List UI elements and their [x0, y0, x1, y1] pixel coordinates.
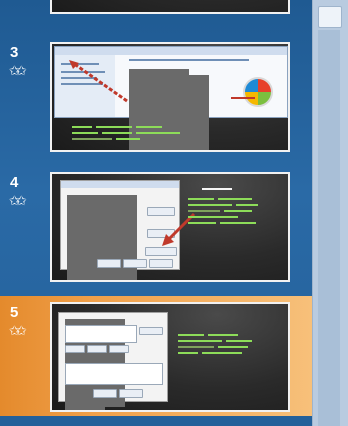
text-line [136, 132, 180, 134]
slide-background [52, 0, 288, 12]
windows-logo-icon [243, 77, 273, 107]
embedded-dialog [58, 312, 168, 410]
animation-star-icon: ✩✩ [9, 193, 27, 208]
text-line [188, 198, 214, 200]
dialog-button [149, 259, 173, 268]
slide-thumbnail[interactable] [50, 0, 290, 14]
dialog-button [119, 389, 143, 398]
dialog-button [87, 345, 107, 353]
dialog-button [123, 259, 147, 268]
red-arrow-icon [69, 60, 128, 103]
text-line [220, 222, 256, 224]
text-line [72, 138, 112, 140]
text-line [72, 126, 92, 128]
slide-thumbnail[interactable] [50, 42, 290, 152]
dialog-button [97, 259, 121, 268]
list-box [65, 325, 137, 343]
animation-star-icon: ✩✩ [9, 323, 27, 338]
text-line [96, 126, 132, 128]
slide-thumbnail[interactable] [50, 302, 290, 412]
text-line [202, 188, 232, 190]
slide-item[interactable] [0, 0, 312, 24]
text-line [178, 334, 204, 336]
dialog-button [65, 345, 85, 353]
slide-thumbnail[interactable] [50, 172, 290, 282]
dialog-button [109, 345, 129, 353]
scrollbar-track[interactable] [318, 30, 340, 426]
dialog-tabs [61, 181, 179, 188]
text-line [178, 352, 198, 354]
text-line [231, 97, 255, 99]
text-line [202, 352, 242, 354]
scroll-up-button[interactable] [318, 6, 342, 28]
list-box [65, 363, 163, 385]
text-line [188, 222, 216, 224]
text-line [72, 132, 98, 134]
text-line [226, 340, 252, 342]
text-line [178, 340, 222, 342]
embedded-screenshot [54, 46, 288, 150]
dialog-button [139, 327, 163, 335]
slide-number: 4 [10, 174, 19, 191]
text-line [208, 334, 238, 336]
animation-star-icon: ✩✩ [9, 63, 27, 78]
slide-number: 5 [10, 304, 19, 321]
slide-number: 3 [10, 44, 19, 61]
text-line [178, 346, 214, 348]
text-line [102, 132, 132, 134]
text-line [188, 216, 238, 218]
dialog-button [93, 389, 117, 398]
text-line [188, 204, 232, 206]
text-line [236, 204, 258, 206]
text-line [224, 210, 252, 212]
text-line [188, 210, 220, 212]
text-line [136, 126, 162, 128]
slide-item-5-selected[interactable]: 5 ✩✩ [0, 296, 312, 416]
slide-item-4[interactable]: 4 ✩✩ [0, 166, 312, 286]
text-line [116, 138, 140, 140]
text-line [218, 346, 248, 348]
text-line [129, 59, 249, 61]
slide-item-3[interactable]: 3 ✩✩ [0, 36, 312, 156]
text-line [179, 103, 209, 150]
window-titlebar [55, 47, 287, 55]
text-line [218, 198, 252, 200]
